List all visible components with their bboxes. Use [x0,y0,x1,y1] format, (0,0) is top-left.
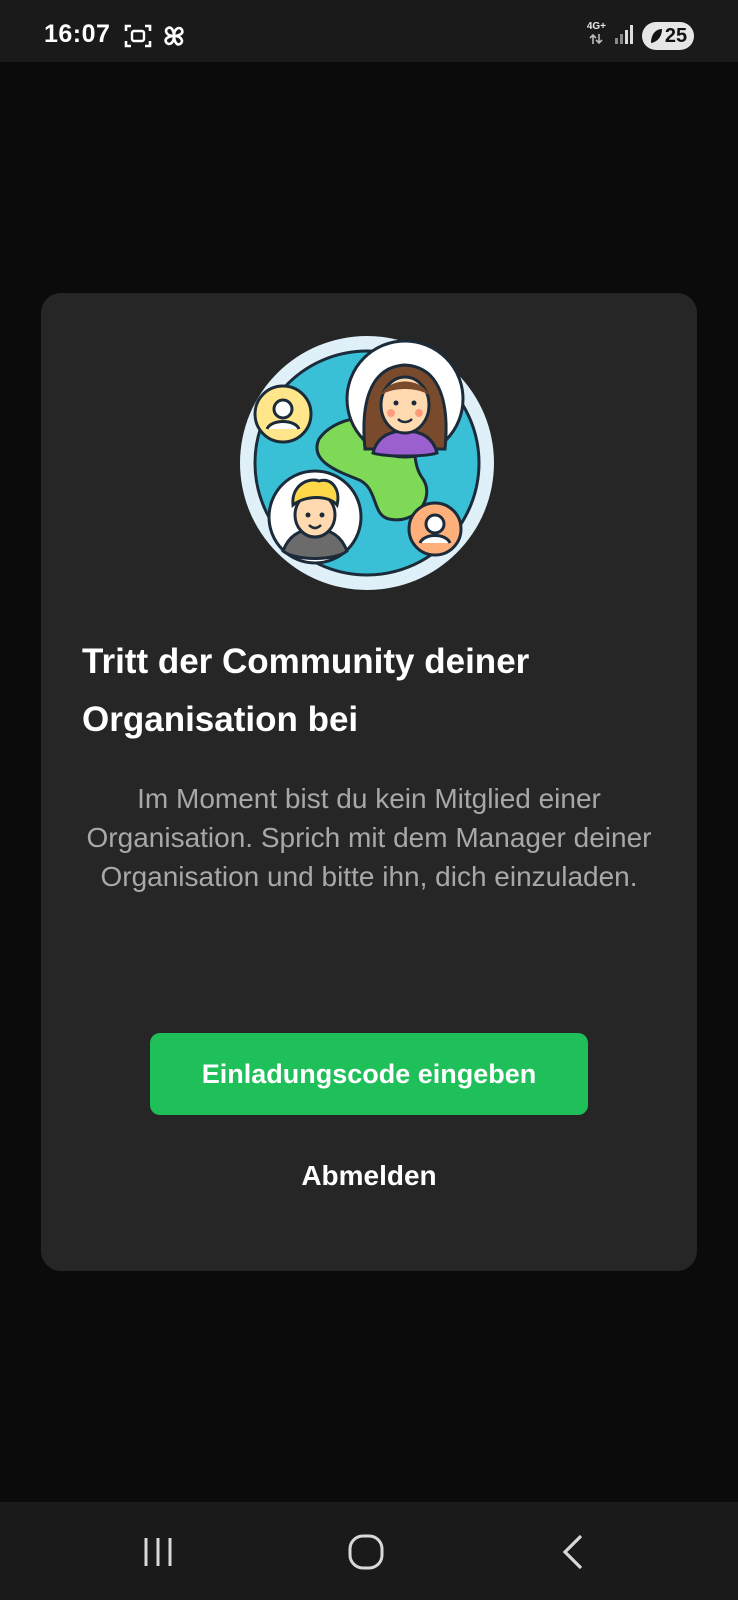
screenshot-icon [124,23,152,54]
community-globe-illustration [240,336,494,590]
signal-icon [614,23,634,50]
status-right: 4G+ 25 [587,22,694,50]
battery-leaf-icon [650,29,662,43]
join-organization-card: Tritt der Community deiner Organisation … [41,293,697,1271]
battery-icon: 25 [642,22,694,50]
dialog-title: Tritt der Community deiner Organisation … [82,642,530,739]
network-label: 4G+ [586,21,606,32]
back-icon [562,1534,583,1570]
network-indicator: 4G+ [587,22,606,50]
pinwheel-icon [160,22,188,55]
network-arrows-icon [588,32,604,50]
recent-apps-button[interactable] [128,1530,188,1574]
enter-invite-code-button[interactable]: Einladungscode eingeben [150,1033,588,1115]
home-button[interactable] [336,1530,396,1574]
dialog-body: Im Moment bist du kein Mitglied einer Or… [86,783,652,892]
battery-level: 25 [664,24,688,47]
home-icon [348,1534,384,1570]
logout-button[interactable]: Abmelden [219,1151,519,1201]
status-left-icons [124,22,188,55]
navigation-bar [0,1502,738,1600]
status-bar: 16:07 4G+ 25 [0,0,738,62]
recent-apps-icon [144,1538,172,1566]
status-time: 16:07 [44,20,111,48]
back-button[interactable] [544,1530,604,1574]
screen: 16:07 4G+ 25 Tritt der Community deiner … [0,0,738,1600]
